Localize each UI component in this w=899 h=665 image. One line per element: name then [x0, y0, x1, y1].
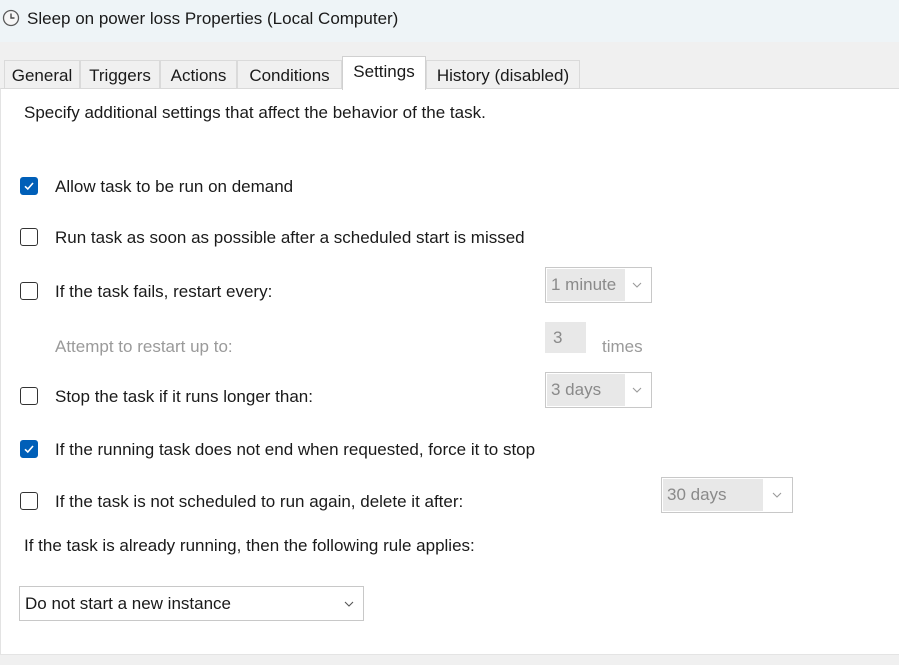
chevron-down-icon — [344, 601, 354, 607]
allow-on-demand-label[interactable]: Allow task to be run on demand — [55, 177, 293, 197]
chevron-down-icon — [772, 492, 782, 498]
restart-attempts-value: 3 — [553, 327, 563, 347]
tab-actions[interactable]: Actions — [160, 60, 237, 88]
title-bar: Sleep on power loss Properties (Local Co… — [0, 0, 899, 42]
delete-after-value: 30 days — [667, 485, 727, 504]
chevron-down-icon — [632, 282, 642, 288]
settings-description: Specify additional settings that affect … — [24, 103, 486, 122]
restart-on-fail-label[interactable]: If the task fails, restart every: — [55, 282, 272, 302]
restart-interval-dropdown[interactable]: 1 minute — [545, 267, 652, 303]
delete-if-not-scheduled-label[interactable]: If the task is not scheduled to run agai… — [55, 492, 463, 512]
checkmark-icon — [24, 445, 34, 454]
chevron-down-icon — [632, 387, 642, 393]
delete-if-not-scheduled-checkbox[interactable] — [20, 492, 38, 510]
restart-on-fail-checkbox[interactable] — [20, 282, 38, 300]
running-rule-value: Do not start a new instance — [25, 593, 232, 613]
delete-after-dropdown[interactable]: 30 days — [661, 477, 793, 513]
tab-triggers[interactable]: Triggers — [80, 60, 160, 88]
run-asap-label[interactable]: Run task as soon as possible after a sch… — [55, 228, 525, 248]
stop-if-longer-checkbox[interactable] — [20, 387, 38, 405]
tab-general[interactable]: General — [4, 60, 80, 88]
running-rule-dropdown[interactable]: Do not start a new instance — [19, 586, 364, 621]
run-asap-checkbox[interactable] — [20, 228, 38, 246]
restart-interval-value: 1 minute — [551, 275, 617, 294]
window-title: Sleep on power loss Properties (Local Co… — [27, 9, 399, 28]
tab-conditions[interactable]: Conditions — [237, 60, 342, 88]
restart-attempts-input[interactable]: 3 — [545, 322, 586, 353]
force-stop-checkbox[interactable] — [20, 440, 38, 458]
force-stop-label[interactable]: If the running task does not end when re… — [55, 440, 535, 460]
dialog-footer — [0, 654, 899, 665]
checkmark-icon — [24, 182, 34, 191]
stop-duration-value: 3 days — [551, 380, 602, 399]
stop-duration-dropdown[interactable]: 3 days — [545, 372, 652, 408]
restart-attempts-unit: times — [602, 337, 643, 356]
stop-if-longer-label[interactable]: Stop the task if it runs longer than: — [55, 387, 313, 407]
allow-on-demand-checkbox[interactable] — [20, 177, 38, 195]
tab-history[interactable]: History (disabled) — [426, 60, 580, 88]
tab-strip: General Triggers Actions Conditions Sett… — [0, 42, 899, 90]
tab-settings[interactable]: Settings — [342, 56, 426, 90]
clock-icon — [2, 9, 20, 27]
restart-attempts-label: Attempt to restart up to: — [55, 337, 233, 356]
settings-panel — [0, 88, 899, 654]
running-rule-label: If the task is already running, then the… — [24, 536, 475, 555]
